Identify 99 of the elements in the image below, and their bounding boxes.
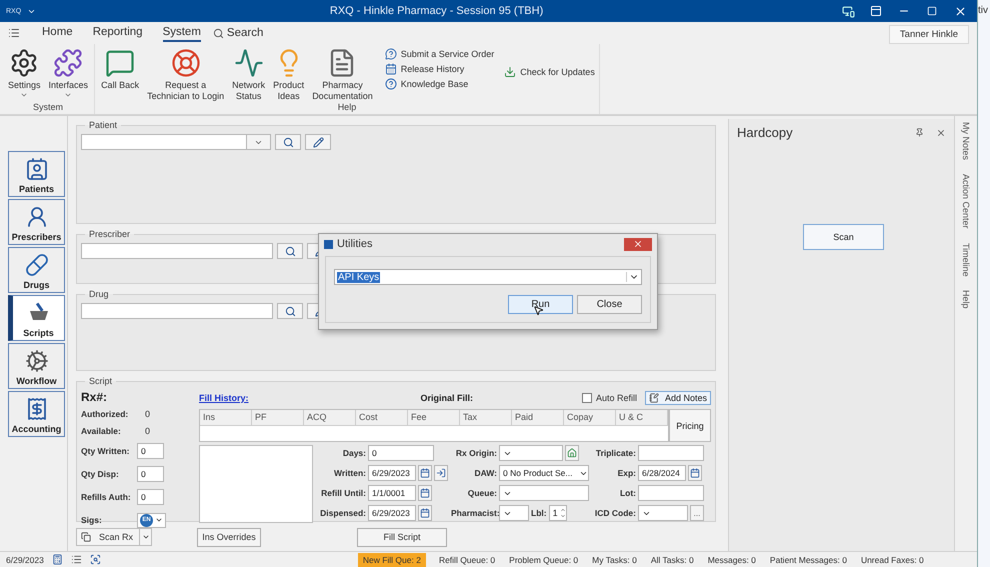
- side-tab[interactable]: Help: [961, 290, 971, 309]
- scan-button[interactable]: Scan: [803, 224, 884, 250]
- field-label: DAW:: [473, 468, 497, 478]
- column-header: Copay: [564, 410, 616, 426]
- field-label: Pharmacist:: [451, 508, 497, 518]
- column-header: ACQ: [304, 410, 356, 426]
- field-label: Exp:: [616, 468, 636, 478]
- stat-value: 0: [145, 426, 150, 436]
- ribbon-button[interactable]: Product Ideas: [271, 48, 306, 102]
- quantity-field[interactable]: 0: [137, 489, 164, 505]
- original-fill-label: Original Fill:: [420, 393, 474, 403]
- status-date: 6/29/2023: [5, 554, 45, 564]
- date-field[interactable]: 6/28/2024: [638, 465, 686, 481]
- column-header: Fee: [408, 410, 460, 426]
- nav-item[interactable]: Prescribers: [8, 199, 65, 245]
- quantity-field[interactable]: 0: [137, 466, 164, 482]
- section-legend: Prescriber: [85, 229, 134, 239]
- ribbon-button[interactable]: Network Status: [230, 48, 268, 102]
- text-field[interactable]: 0: [368, 445, 434, 461]
- stat-label: Authorized:: [81, 409, 130, 419]
- nav-item[interactable]: Workflow: [8, 343, 65, 389]
- field-label: Dispensed:: [319, 508, 366, 518]
- search-tab[interactable]: Search: [212, 27, 264, 39]
- field-label: Sigs:: [81, 515, 103, 525]
- ribbon-link[interactable]: Knowledge Base: [384, 78, 494, 90]
- ribbon-link[interactable]: Release History: [384, 63, 494, 75]
- stat-label: Available:: [81, 426, 122, 436]
- ribbon-button[interactable]: Request a Technician to Login: [145, 48, 226, 102]
- ribbon-tab[interactable]: Home: [42, 24, 73, 42]
- status-item[interactable]: New Fill Que: 2: [358, 552, 426, 566]
- date-field[interactable]: 1/1/0001: [368, 485, 416, 501]
- section-legend: Drug: [85, 289, 113, 299]
- side-tab[interactable]: Timeline: [961, 242, 971, 276]
- column-header: Cost: [356, 410, 408, 426]
- status-item[interactable]: All Tasks: 0: [646, 552, 699, 566]
- side-tab[interactable]: My Notes: [961, 122, 971, 160]
- ribbon-tab[interactable]: Reporting: [92, 24, 143, 42]
- group-label: Help: [336, 102, 358, 114]
- field-label: Written:: [333, 468, 366, 478]
- dialog-button[interactable]: Run: [508, 295, 573, 314]
- status-item[interactable]: My Tasks: 0: [587, 552, 642, 566]
- column-header: Paid: [512, 410, 564, 426]
- nav-item[interactable]: Patients: [8, 151, 65, 197]
- add-notes-button[interactable]: Add Notes: [644, 391, 711, 405]
- field-label: Lot:: [618, 488, 636, 498]
- status-item[interactable]: Unread Faxes: 0: [856, 552, 929, 566]
- auto-refill-checkbox[interactable]: Auto Refill: [582, 393, 637, 403]
- panel-title: Hardcopy: [737, 125, 794, 140]
- window-title: RXQ - Hinkle Pharmacy - Session 95 (TBH): [328, 5, 544, 17]
- column-header: Ins: [200, 410, 252, 426]
- ribbon-button[interactable]: Interfaces: [46, 48, 90, 102]
- date-field[interactable]: 6/29/2023: [368, 505, 416, 521]
- field-label: Refill Until:: [320, 488, 366, 498]
- field-label: Days:: [342, 448, 366, 458]
- ribbon-link[interactable]: Submit a Service Order: [384, 48, 494, 60]
- status-item[interactable]: Problem Queue: 0: [504, 552, 584, 566]
- dialog-button[interactable]: Close: [577, 295, 642, 314]
- field-label: Qty Written:: [81, 446, 130, 456]
- ribbon-tab[interactable]: System: [162, 24, 201, 42]
- user-button[interactable]: Tanner Hinkle: [888, 24, 969, 44]
- field-label: Triplicate:: [594, 448, 636, 458]
- ribbon-button[interactable]: Call Back: [99, 48, 142, 102]
- dialog-title: Utilities: [337, 238, 374, 250]
- pricing-button[interactable]: Pricing: [669, 409, 711, 442]
- status-item[interactable]: Refill Queue: 0: [434, 552, 500, 566]
- ribbon-link[interactable]: Check for Updates: [504, 66, 595, 78]
- ribbon-button[interactable]: Pharmacy Documentation: [310, 48, 375, 102]
- date-field[interactable]: 6/29/2023: [368, 465, 416, 481]
- stat-value: 0: [145, 409, 150, 419]
- field-label: ICD Code:: [594, 508, 636, 518]
- group-label: System: [32, 102, 64, 114]
- status-item[interactable]: Messages: 0: [702, 552, 761, 566]
- column-header: Tax: [460, 410, 512, 426]
- side-tab[interactable]: Action Center: [961, 174, 971, 229]
- nav-item[interactable]: Accounting: [8, 391, 65, 437]
- fill-history-link[interactable]: Fill History:: [199, 393, 249, 403]
- ribbon-button[interactable]: Settings: [6, 48, 43, 102]
- quantity-field[interactable]: 0: [137, 443, 164, 459]
- more-button[interactable]: ...: [690, 505, 704, 521]
- dropdown-field[interactable]: 0 No Product Se...: [499, 465, 589, 481]
- section-legend: Patient: [85, 120, 122, 130]
- nav-item[interactable]: Drugs: [8, 247, 65, 293]
- column-header: U & C: [616, 410, 668, 426]
- nav-item[interactable]: Scripts: [8, 295, 65, 341]
- fill-script-button[interactable]: Fill Script: [357, 528, 447, 546]
- desktop-text: tiv: [978, 5, 988, 16]
- ins-overrides-button[interactable]: Ins Overrides: [197, 528, 261, 546]
- field-label: Qty Disp:: [81, 469, 120, 479]
- field-label: Refills Auth:: [81, 492, 132, 502]
- field-label: Rx Origin:: [454, 448, 497, 458]
- label-count-spinner[interactable]: 1: [548, 505, 567, 521]
- rx-number-label: Rx#:: [81, 390, 108, 404]
- section-legend: Script: [85, 376, 116, 386]
- field-label: Lbl:: [531, 508, 547, 518]
- column-header: PF: [252, 410, 304, 426]
- utility-dropdown[interactable]: API Keys: [334, 269, 642, 285]
- scan-rx-button[interactable]: Scan Rx: [76, 528, 140, 546]
- field-label: Queue:: [466, 488, 497, 498]
- status-item[interactable]: Patient Messages: 0: [764, 552, 852, 566]
